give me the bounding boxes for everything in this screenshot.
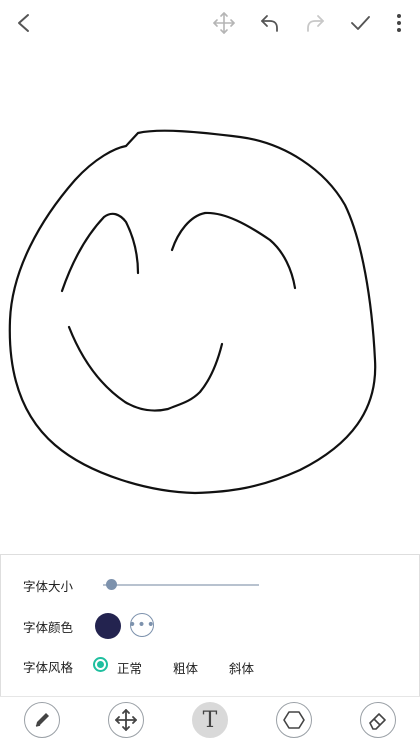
back-button[interactable] <box>8 7 40 39</box>
slider-knob[interactable] <box>105 579 117 590</box>
ellipsis-icon: ••• <box>128 617 156 633</box>
text-settings-panel: 字体大小 字体颜色 ••• 字体风格 正常 粗体 斜体 <box>0 554 420 697</box>
pen-icon <box>35 713 49 727</box>
style-bold-option[interactable]: 粗体 <box>173 658 198 677</box>
move-button[interactable] <box>208 7 240 39</box>
font-color-row: 字体颜色 ••• <box>23 611 403 641</box>
bottom-toolbar: T <box>0 696 420 747</box>
undo-icon <box>261 15 278 32</box>
text-tool-button[interactable]: T <box>192 702 228 738</box>
top-bar <box>0 0 420 46</box>
move-tool-button[interactable] <box>108 702 144 738</box>
style-italic-option[interactable]: 斜体 <box>229 658 254 677</box>
font-color-label: 字体颜色 <box>23 619 74 635</box>
text-icon: T <box>202 707 218 733</box>
confirm-button[interactable] <box>344 7 376 39</box>
drawing-canvas[interactable] <box>0 46 420 554</box>
chevron-left-icon <box>18 14 29 32</box>
shape-hexagon-icon <box>283 711 305 729</box>
redo-button[interactable] <box>299 7 331 39</box>
more-vertical-icon <box>397 14 401 32</box>
font-style-label: 字体风格 <box>23 659 74 675</box>
style-normal-label[interactable]: 正常 <box>117 658 142 677</box>
font-size-slider[interactable] <box>103 579 259 590</box>
check-icon <box>351 16 370 30</box>
redo-icon <box>307 15 324 32</box>
font-style-row: 字体风格 正常 粗体 斜体 <box>23 651 403 681</box>
menu-button[interactable] <box>384 7 414 39</box>
font-size-label: 字体大小 <box>23 578 74 594</box>
eraser-tool-button[interactable] <box>360 702 396 738</box>
pen-tool-button[interactable] <box>24 702 60 738</box>
eraser-icon <box>369 713 386 730</box>
font-color-swatch[interactable] <box>95 613 121 639</box>
font-size-row: 字体大小 <box>23 570 403 600</box>
more-colors-button[interactable]: ••• <box>128 613 156 637</box>
style-normal-radio[interactable] <box>93 657 108 672</box>
undo-button[interactable] <box>254 7 286 39</box>
shape-tool-button[interactable] <box>276 702 312 738</box>
move-arrows-icon <box>213 12 235 34</box>
smiley-drawing <box>8 129 377 495</box>
move-arrows-icon <box>115 709 137 731</box>
